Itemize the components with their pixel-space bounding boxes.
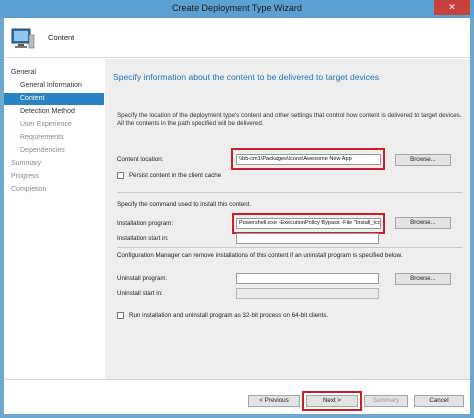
window-title: Create Deployment Type Wizard <box>172 3 302 13</box>
uninstall-program-label: Uninstall program: <box>117 275 168 282</box>
nav-item-summary: Summary <box>11 160 41 167</box>
run-32bit-label: Run installation and uninstall program a… <box>129 312 329 319</box>
close-button[interactable]: ✕ <box>434 0 470 15</box>
uninstall-start-in-input <box>236 288 379 299</box>
separator-2 <box>117 247 462 248</box>
content-panel: Specify information about the content to… <box>105 59 470 379</box>
wizard-header: Content <box>4 18 470 58</box>
persist-cache-checkbox[interactable] <box>117 172 124 179</box>
install-program-label: Installation program: <box>117 220 174 227</box>
uninstall-intro: Configuration Manager can remove install… <box>117 252 403 259</box>
separator-1 <box>117 192 462 193</box>
wizard-client: Content General General Information Cont… <box>4 18 470 414</box>
nav-item-dependencies: Dependencies <box>20 147 65 154</box>
content-location-highlight <box>231 148 385 170</box>
previous-button[interactable]: < Previous <box>248 395 300 407</box>
nav-item-detection-method[interactable]: Detection Method <box>4 106 104 118</box>
content-location-browse-button[interactable]: Browse... <box>395 154 451 166</box>
panel-heading: Specify information about the content to… <box>113 72 380 82</box>
nav-item-user-experience: User Experience <box>20 121 72 128</box>
command-intro: Specify the command used to install this… <box>117 201 252 208</box>
next-button-highlight <box>302 391 362 411</box>
nav-item-content[interactable]: Content <box>4 93 104 105</box>
nav-item-general[interactable]: General <box>4 67 104 79</box>
computer-icon <box>11 28 35 49</box>
title-bar[interactable]: Create Deployment Type Wizard ✕ <box>0 0 474 18</box>
uninstall-program-input[interactable] <box>236 273 379 284</box>
content-location-label: Content location: <box>117 156 164 163</box>
content-description: Specify the location of the deployment t… <box>117 112 462 127</box>
wizard-nav: General General Information Content Dete… <box>4 59 104 379</box>
install-start-in-label: Installation start in: <box>117 235 169 242</box>
nav-item-completion: Completion <box>11 186 47 193</box>
cancel-button[interactable]: Cancel <box>414 395 464 407</box>
uninstall-program-browse-button[interactable]: Browse... <box>395 273 451 285</box>
install-program-highlight <box>232 213 385 234</box>
uninstall-start-in-label: Uninstall start in: <box>117 290 163 297</box>
run-32bit-checkbox[interactable] <box>117 312 124 319</box>
persist-cache-label: Persist content in the client cache <box>129 172 222 179</box>
nav-item-progress: Progress <box>11 173 40 180</box>
summary-button: Summary <box>364 395 408 407</box>
wizard-window: Create Deployment Type Wizard ✕ Content … <box>0 0 474 418</box>
wizard-footer: < Previous Next > Summary Cancel <box>4 379 470 414</box>
install-start-in-input[interactable] <box>236 233 379 244</box>
nav-item-requirements: Requirements <box>20 134 64 141</box>
install-program-browse-button[interactable]: Browse... <box>395 217 451 229</box>
page-title: Content <box>48 33 75 42</box>
nav-item-general-information[interactable]: General Information <box>4 80 104 92</box>
